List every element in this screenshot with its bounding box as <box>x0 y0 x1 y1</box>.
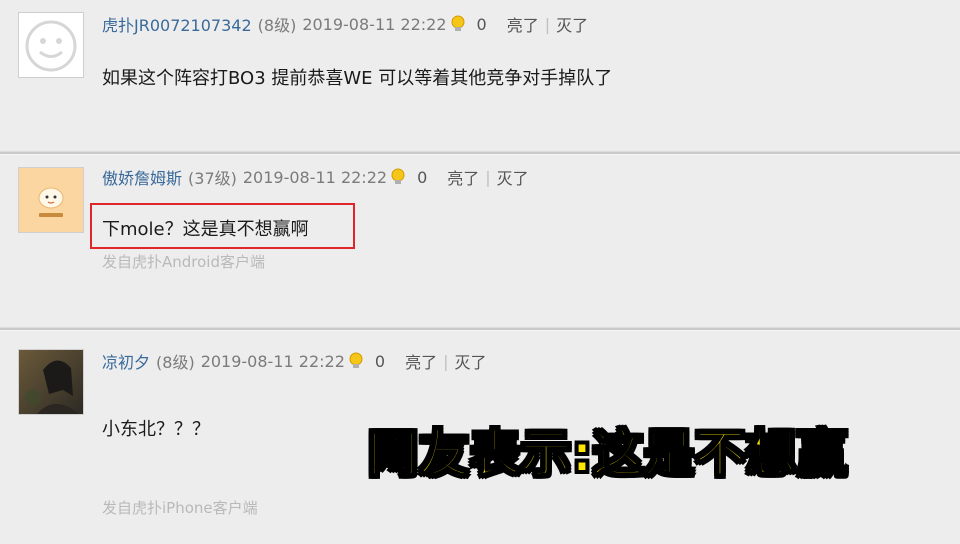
avatar[interactable] <box>18 349 84 415</box>
timestamp: 2019-08-11 22:22 <box>242 167 388 187</box>
username-link[interactable]: 凉初夕 <box>102 349 150 373</box>
source-label: 发自虎扑Android客户端 <box>102 253 265 271</box>
like-button[interactable]: 亮了 <box>405 349 437 373</box>
username-link[interactable]: 傲娇詹姆斯 <box>102 165 182 189</box>
dislike-button[interactable]: 灭了 <box>556 12 588 36</box>
timestamp: 2019-08-11 22:22 <box>200 351 345 371</box>
comment-text: 如果这个阵容打BO3 提前恭喜WE 可以等着其他竞争对手掉队了 <box>102 68 613 89</box>
video-caption: 网友表示:这是不想赢 <box>367 424 848 484</box>
lightbulb-icon <box>349 352 363 368</box>
comment-text: 小东北？？？ <box>102 419 210 440</box>
user-level: (37级) <box>188 169 237 188</box>
user-level: (8级) <box>156 353 195 372</box>
photo-avatar-icon <box>19 350 83 414</box>
light-count: 0 <box>374 351 386 371</box>
comment-item: 虎扑JR0072107342 (8级) 2019-08-11 22:22 0 亮… <box>0 0 960 150</box>
dislike-button[interactable]: 灭了 <box>497 165 529 189</box>
light-count: 0 <box>476 14 487 34</box>
comment-text: 下mole？这是真不想赢啊 <box>102 219 309 240</box>
like-button[interactable]: 亮了 <box>447 165 479 189</box>
comment-meta: 虎扑JR0072107342 (8级) 2019-08-11 22:22 0 亮… <box>102 12 588 36</box>
cartoon-avatar-icon <box>19 168 83 232</box>
avatar[interactable] <box>18 167 84 233</box>
user-level: (8级) <box>257 16 297 35</box>
vote-divider: | <box>443 351 449 371</box>
username-link[interactable]: 虎扑JR0072107342 <box>102 12 252 36</box>
lightbulb-icon <box>391 168 405 184</box>
comment-item: 傲娇詹姆斯 (37级) 2019-08-11 22:22 0 亮了 | 灭了 下… <box>0 155 960 327</box>
default-face-icon <box>19 13 83 77</box>
like-button[interactable]: 亮了 <box>507 12 539 36</box>
dislike-button[interactable]: 灭了 <box>454 349 486 373</box>
avatar[interactable] <box>18 12 84 78</box>
vote-divider: | <box>544 14 551 34</box>
vote-divider: | <box>485 167 491 187</box>
light-count: 0 <box>417 167 428 187</box>
timestamp: 2019-08-11 22:22 <box>302 14 447 34</box>
comment-meta: 傲娇詹姆斯 (37级) 2019-08-11 22:22 0 亮了 | 灭了 <box>102 165 529 189</box>
lightbulb-icon <box>451 15 464 31</box>
comment-meta: 凉初夕 (8级) 2019-08-11 22:22 0 亮了 | 灭了 <box>102 349 486 373</box>
source-label: 发自虎扑iPhone客户端 <box>102 499 258 517</box>
